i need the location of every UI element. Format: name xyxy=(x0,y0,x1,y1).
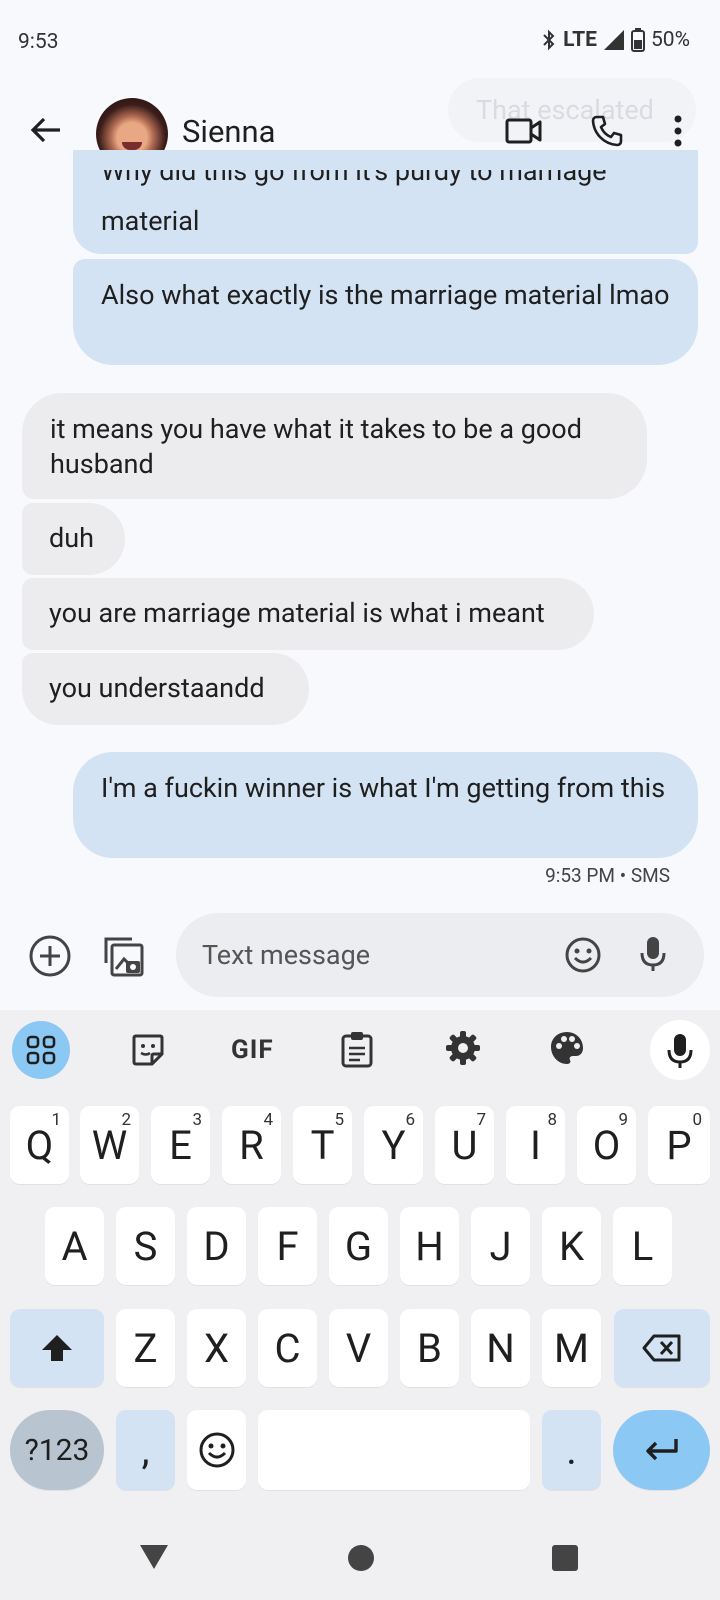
attach-button[interactable] xyxy=(28,934,72,982)
battery-icon xyxy=(631,28,645,52)
key-f[interactable]: F xyxy=(258,1207,317,1285)
key-v[interactable]: V xyxy=(329,1309,388,1387)
key-p[interactable]: P0 xyxy=(648,1106,710,1184)
settings-button[interactable] xyxy=(445,1030,481,1070)
emoji-button[interactable] xyxy=(564,936,602,978)
message-text: it means you have what it takes to be a … xyxy=(50,413,582,480)
enter-key[interactable] xyxy=(613,1410,710,1490)
more-vert-icon xyxy=(674,115,682,147)
message-clipped-line: Why did this go from it's purdy to marri… xyxy=(101,170,607,187)
key-b[interactable]: B xyxy=(400,1309,459,1387)
message-bubble-incoming[interactable]: duh xyxy=(22,503,125,575)
backspace-key[interactable] xyxy=(614,1309,710,1387)
shift-key[interactable] xyxy=(10,1309,104,1387)
phone-call-button[interactable] xyxy=(590,114,624,152)
message-text: material xyxy=(101,205,200,237)
key-e[interactable]: E3 xyxy=(151,1106,210,1184)
key-n[interactable]: N xyxy=(471,1309,530,1387)
backspace-icon xyxy=(642,1334,681,1362)
message-input-placeholder: Text message xyxy=(202,939,371,971)
contact-name[interactable]: Sienna xyxy=(182,113,275,150)
status-time: 9:53 xyxy=(18,30,59,54)
key-g[interactable]: G xyxy=(329,1207,388,1285)
period-key[interactable]: . xyxy=(542,1410,601,1490)
gallery-icon xyxy=(104,937,144,977)
bluetooth-icon xyxy=(543,29,555,51)
battery-percent: 50% xyxy=(651,28,690,52)
message-text: I'm a fuckin winner is what I'm getting … xyxy=(101,772,666,804)
emoji-icon xyxy=(199,1432,234,1468)
gallery-button[interactable] xyxy=(100,933,146,983)
key-l[interactable]: L xyxy=(613,1207,672,1285)
key-w[interactable]: W2 xyxy=(80,1106,139,1184)
key-x[interactable]: X xyxy=(187,1309,246,1387)
message-text: you understaandd xyxy=(49,672,265,704)
phone-icon xyxy=(591,115,623,147)
status-icons: LTE 50% xyxy=(541,28,690,52)
key-i[interactable]: I8 xyxy=(506,1106,565,1184)
key-a[interactable]: A xyxy=(45,1207,104,1285)
message-text: duh xyxy=(49,522,94,554)
key-r[interactable]: R4 xyxy=(222,1106,281,1184)
sticker-icon xyxy=(132,1034,164,1066)
gif-button[interactable]: GIF xyxy=(231,1035,274,1065)
gear-icon xyxy=(446,1031,480,1065)
video-call-button[interactable] xyxy=(505,117,543,149)
message-bubble-incoming[interactable]: it means you have what it takes to be a … xyxy=(22,393,647,499)
apps-grid-icon xyxy=(26,1035,56,1065)
theme-button[interactable] xyxy=(549,1030,585,1070)
message-bubble-outgoing[interactable]: Also what exactly is the marriage materi… xyxy=(73,259,698,365)
key-c[interactable]: C xyxy=(258,1309,317,1387)
apps-button[interactable] xyxy=(12,1021,70,1079)
mic-icon xyxy=(667,1034,693,1068)
keyboard xyxy=(0,1010,720,1600)
ghost-message-preview: That escalated xyxy=(448,78,696,142)
video-call-icon xyxy=(505,118,542,144)
comma-key[interactable]: , xyxy=(116,1410,175,1490)
back-button[interactable] xyxy=(28,112,72,156)
key-h[interactable]: H xyxy=(400,1207,459,1285)
enter-icon xyxy=(645,1439,678,1461)
avatar-detail xyxy=(122,142,142,150)
triangle-back-icon xyxy=(140,1545,168,1569)
space-key[interactable] xyxy=(258,1410,530,1490)
emoji-key[interactable] xyxy=(187,1410,246,1490)
key-s[interactable]: S xyxy=(116,1207,175,1285)
nav-recents-button[interactable] xyxy=(552,1545,578,1571)
message-bubble-outgoing[interactable]: I'm a fuckin winner is what I'm getting … xyxy=(73,752,698,858)
message-bubble-outgoing[interactable]: Why did this go from it's purdy to marri… xyxy=(73,150,698,254)
back-arrow-icon xyxy=(30,117,60,143)
key-t[interactable]: T5 xyxy=(293,1106,352,1184)
clipboard-icon xyxy=(341,1032,373,1068)
voice-message-button[interactable] xyxy=(638,935,668,977)
voice-typing-button[interactable] xyxy=(650,1020,710,1080)
message-text: Also what exactly is the marriage materi… xyxy=(101,279,670,311)
network-label: LTE xyxy=(563,28,597,52)
key-u[interactable]: U7 xyxy=(435,1106,494,1184)
mic-icon xyxy=(640,937,666,971)
key-k[interactable]: K xyxy=(542,1207,601,1285)
key-o[interactable]: O9 xyxy=(577,1106,636,1184)
palette-icon xyxy=(551,1032,583,1064)
shift-icon xyxy=(42,1335,72,1361)
more-options-button[interactable] xyxy=(673,114,683,152)
key-j[interactable]: J xyxy=(471,1207,530,1285)
signal-icon xyxy=(604,30,624,50)
key-q[interactable]: Q1 xyxy=(10,1106,69,1184)
message-text: you are marriage material is what i mean… xyxy=(49,597,545,629)
message-bubble-incoming[interactable]: you are marriage material is what i mean… xyxy=(22,578,594,650)
sticker-button[interactable] xyxy=(130,1032,166,1072)
key-d[interactable]: D xyxy=(187,1207,246,1285)
key-z[interactable]: Z xyxy=(116,1309,175,1387)
message-timestamp: 9:53 PM • SMS xyxy=(545,864,670,887)
key-m[interactable]: M xyxy=(542,1309,601,1387)
message-bubble-incoming[interactable]: you understaandd xyxy=(22,653,309,725)
nav-home-button[interactable] xyxy=(348,1545,374,1571)
emoji-icon xyxy=(565,937,601,973)
add-circle-icon xyxy=(29,935,71,977)
clipboard-button[interactable] xyxy=(340,1030,374,1072)
symbols-key[interactable]: ?123 xyxy=(10,1410,104,1490)
nav-back-button[interactable] xyxy=(138,1543,170,1575)
key-y[interactable]: Y6 xyxy=(364,1106,423,1184)
